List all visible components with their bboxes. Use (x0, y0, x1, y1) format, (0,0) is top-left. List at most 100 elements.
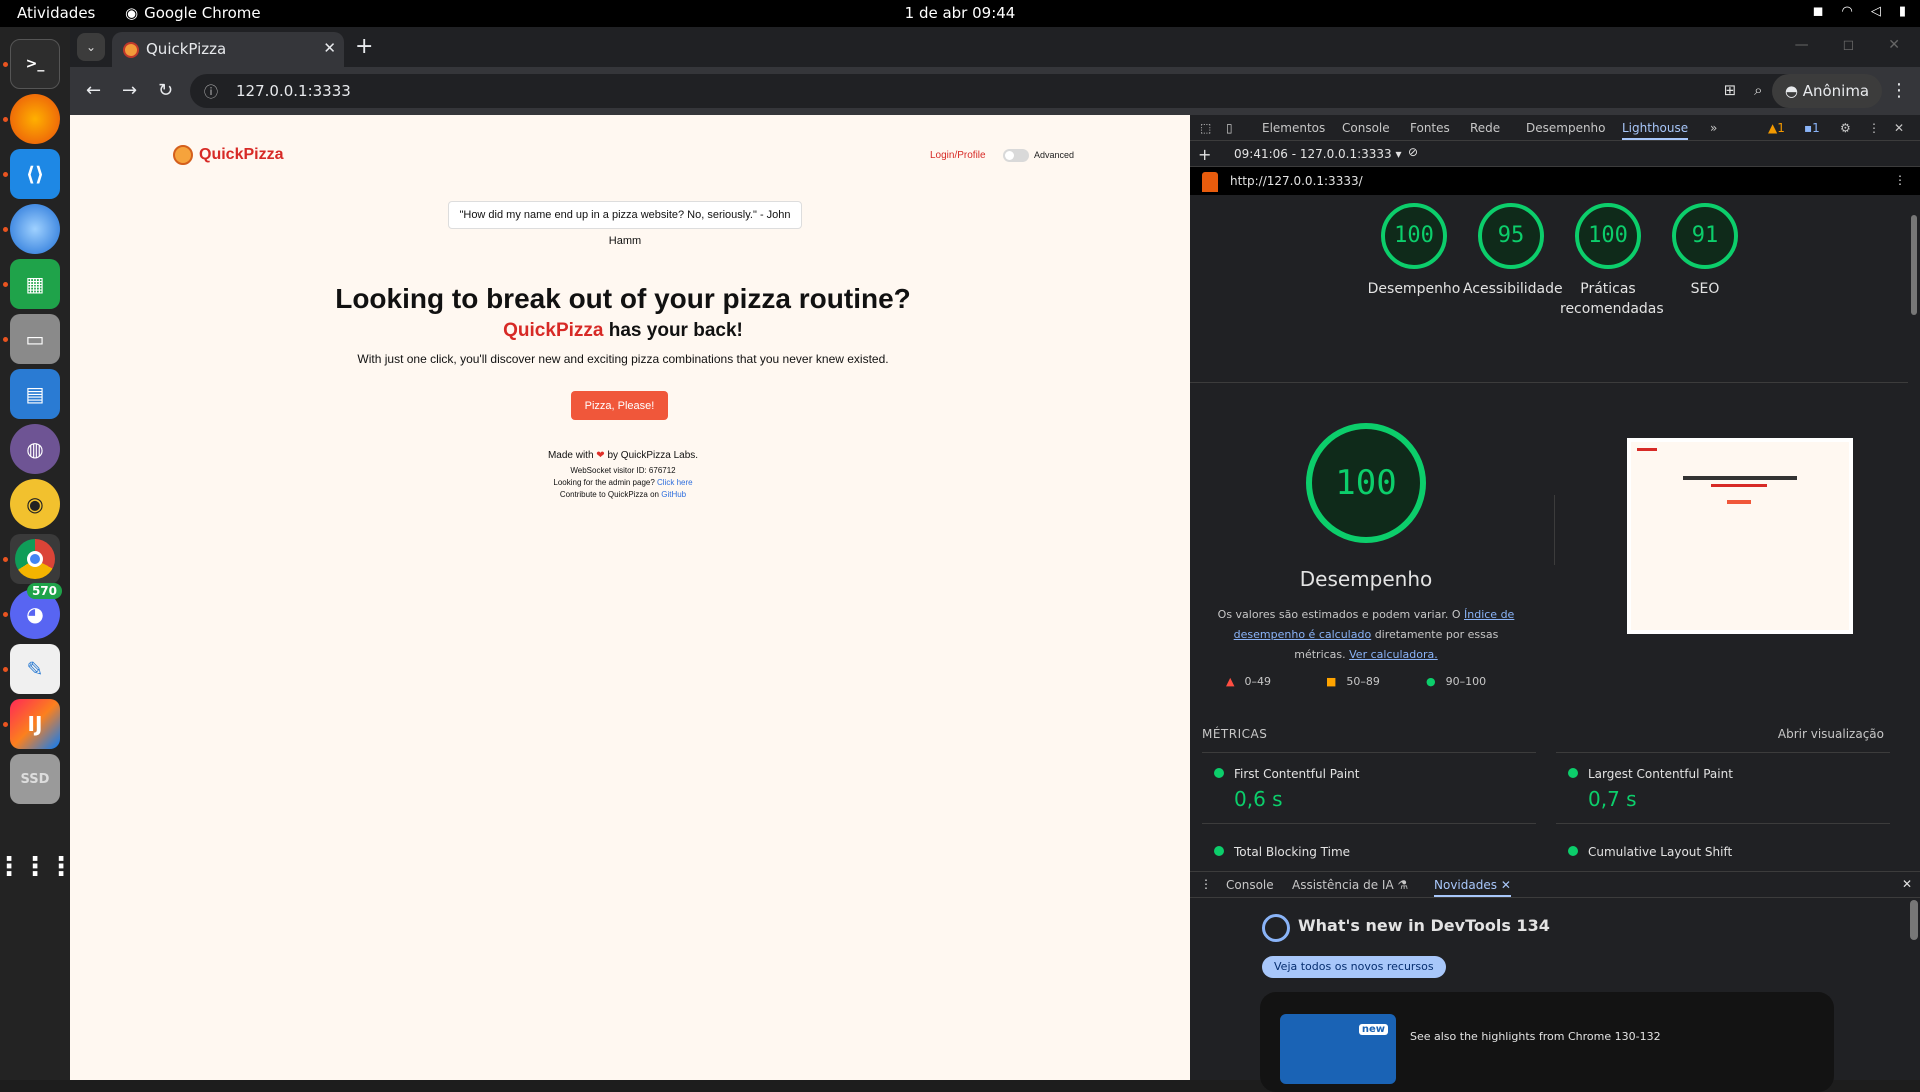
scrollbar-thumb[interactable] (1911, 215, 1917, 315)
warning-icon[interactable]: ▲1 (1768, 121, 1785, 135)
devtools-panel: ⬚ ▯ Elementos Console Fontes Rede Desemp… (1190, 115, 1920, 1092)
ssd-drive-icon[interactable]: SSD (10, 754, 60, 804)
gauge-accessibility[interactable]: 95 Acessibilidade (1463, 203, 1563, 299)
device-toolbar-icon[interactable]: ▯ (1226, 121, 1233, 135)
report-menu-icon[interactable]: ⋮ (1894, 173, 1906, 187)
devtools-close-icon[interactable]: ✕ (1894, 121, 1904, 135)
report-scrollbar[interactable] (1908, 195, 1920, 871)
site-info-icon[interactable]: ⓘ (204, 82, 218, 102)
whats-new-title: What's new in DevTools 134 (1298, 916, 1550, 935)
gauge-score: 95 (1478, 203, 1544, 269)
address-bar[interactable]: ⓘ 127.0.0.1:3333 ⊞ ⌕ ☆ (190, 74, 1810, 108)
gauge-label: SEO (1690, 281, 1720, 297)
flask-icon: ⚗ (1397, 878, 1409, 892)
tab-search-button[interactable]: ⌄ (77, 33, 105, 61)
firefox-icon[interactable] (10, 94, 60, 144)
tab-desempenho[interactable]: Desempenho (1526, 121, 1606, 135)
writer-icon[interactable]: ▤ (10, 369, 60, 419)
gauge-seo[interactable]: 91 SEO (1657, 203, 1753, 299)
github-icon[interactable]: ◍ (10, 424, 60, 474)
intellij-icon[interactable]: IJ (10, 699, 60, 749)
incognito-label: Anônima (1802, 82, 1870, 100)
devtools-tab-bar: ⬚ ▯ Elementos Console Fontes Rede Desemp… (1190, 115, 1920, 141)
pass-dot-icon (1214, 846, 1224, 856)
thunderbird-icon[interactable] (10, 204, 60, 254)
drawer-tab-console[interactable]: Console (1226, 878, 1274, 892)
app-grid-icon[interactable]: ⋮⋮⋮ (0, 842, 74, 892)
subheading-brand: QuickPizza (503, 320, 604, 341)
incognito-indicator[interactable]: ◓ Anônima (1772, 74, 1882, 108)
highlights-card[interactable]: new See also the highlights from Chrome … (1260, 992, 1834, 1092)
see-all-features-button[interactable]: Veja todos os novos recursos (1262, 956, 1446, 978)
tab-rede[interactable]: Rede (1470, 121, 1500, 135)
calculator-link[interactable]: Ver calculadora. (1349, 648, 1438, 661)
expand-view-toggle[interactable]: Abrir visualização (1778, 727, 1884, 741)
devtools-menu-icon[interactable]: ⋮ (1868, 121, 1880, 135)
volume-icon[interactable]: ◁ (1871, 4, 1881, 19)
system-tray[interactable]: ◼ ◠ ◁ ▮ (1813, 4, 1906, 19)
message-count: 1 (1812, 121, 1820, 135)
drawer-close-icon[interactable]: ✕ (1902, 877, 1912, 891)
reload-icon[interactable]: ↻ (158, 80, 173, 101)
drawer-tab-ai[interactable]: Assistência de IA ⚗ (1292, 878, 1408, 892)
drawer-menu-icon[interactable]: ⋮ (1200, 877, 1212, 891)
admin-link[interactable]: Click here (657, 478, 693, 487)
text-editor-icon[interactable]: ✎ (10, 644, 60, 694)
gauge-best-practices[interactable]: 100 Práticas recomendadas (1560, 203, 1664, 319)
page-heading: Looking to break out of your pizza routi… (335, 283, 911, 314)
new-tab-button[interactable]: + (355, 34, 373, 59)
wifi-icon[interactable]: ◠ (1842, 4, 1853, 19)
lighthouse-logo-icon (1202, 172, 1218, 192)
chrome-menu-icon[interactable]: ⋮ (1890, 80, 1908, 101)
tab-elementos[interactable]: Elementos (1262, 121, 1325, 135)
tab-quickpizza[interactable]: QuickPizza ✕ (112, 32, 344, 67)
login-profile-link[interactable]: Login/Profile (930, 150, 986, 161)
window-controls: — ◻ ✕ (1795, 37, 1900, 53)
spreadsheet-icon[interactable]: ▦ (10, 259, 60, 309)
translate-icon[interactable]: ⊞ (1724, 81, 1737, 99)
devtools-settings-icon[interactable]: ⚙ (1840, 121, 1851, 135)
vscode-icon[interactable]: ⟨⟩ (10, 149, 60, 199)
github-link[interactable]: GitHub (661, 490, 686, 499)
tab-console[interactable]: Console (1342, 121, 1390, 135)
advanced-toggle[interactable] (1003, 149, 1029, 162)
metric-value: 0,6 s (1234, 787, 1283, 811)
back-arrow-icon[interactable]: ← (86, 80, 101, 101)
rhythmbox-icon[interactable]: ◉ (10, 479, 60, 529)
discord-badge: 570 (26, 583, 62, 599)
chrome-dock-icon[interactable] (10, 534, 60, 584)
inspect-element-icon[interactable]: ⬚ (1200, 121, 1211, 135)
tab-fontes[interactable]: Fontes (1410, 121, 1450, 135)
terminal-icon[interactable]: >_ (10, 39, 60, 89)
message-icon[interactable]: ▪1 (1804, 121, 1820, 135)
zoom-icon[interactable]: ⌕ (1754, 81, 1762, 99)
clear-icon[interactable]: ⊘ (1408, 145, 1418, 159)
minimize-button[interactable]: — (1795, 37, 1809, 53)
clock[interactable]: 1 de abr 09:44 (0, 4, 1920, 22)
discord-icon[interactable]: ◕ 570 (10, 583, 62, 639)
drawer-scrollbar[interactable] (1910, 900, 1918, 940)
page-scrollbar[interactable] (1176, 115, 1190, 1080)
tab-close-icon[interactable]: ✕ (1501, 878, 1511, 892)
window-close-button[interactable]: ✕ (1888, 37, 1900, 53)
discord-tray-icon[interactable]: ◼ (1813, 4, 1824, 19)
forward-arrow-icon[interactable]: → (122, 80, 137, 101)
maximize-button[interactable]: ◻ (1843, 37, 1855, 53)
more-tabs-icon[interactable]: » (1710, 121, 1717, 135)
pizza-please-button[interactable]: Pizza, Please! (571, 391, 668, 420)
running-indicator (3, 667, 8, 672)
new-report-icon[interactable]: + (1198, 145, 1211, 164)
battery-icon[interactable]: ▮ (1899, 4, 1906, 19)
quickpizza-logo[interactable]: QuickPizza (173, 145, 283, 165)
drawer-tab-whats-new[interactable]: Novidades ✕ (1434, 878, 1511, 897)
metric-tbt: Total Blocking Time (1214, 845, 1350, 859)
url-text[interactable]: 127.0.0.1:3333 (236, 82, 351, 100)
report-select[interactable]: 09:41:06 - 127.0.0.1:3333 ▾ (1234, 147, 1402, 161)
tab-lighthouse[interactable]: Lighthouse (1622, 121, 1689, 140)
metric-name: Cumulative Layout Shift (1588, 845, 1733, 859)
files-icon[interactable]: ▭ (10, 314, 60, 364)
performance-big-gauge: 100 (1306, 423, 1426, 543)
gauge-performance[interactable]: 100 Desempenho (1366, 203, 1462, 299)
page-screenshot-thumbnail[interactable] (1627, 438, 1853, 634)
tab-close-icon[interactable]: ✕ (323, 39, 336, 57)
